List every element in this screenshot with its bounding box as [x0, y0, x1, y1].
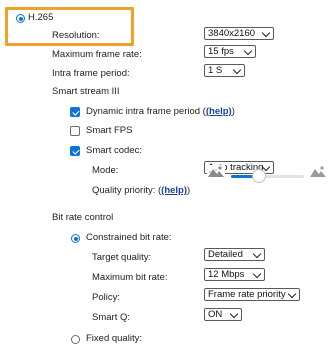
max-bit-rate-label: Maximum bit rate:: [92, 272, 168, 283]
max-bit-rate-value: 12 Mbps: [208, 269, 245, 280]
target-quality-value: Detailed: [208, 249, 243, 260]
chevron-down-icon: [243, 46, 253, 56]
chevron-down-icon: [229, 309, 239, 319]
chevron-down-icon: [252, 269, 262, 279]
constrained-bit-rate-label: Constrained bit rate:: [86, 232, 172, 243]
dynamic-intra-text-end: ): [231, 106, 235, 117]
high-quality-landscape-icon: [310, 166, 326, 177]
chevron-down-icon: [252, 249, 262, 259]
constrained-bit-rate-radio[interactable]: [71, 234, 80, 243]
policy-label: Policy:: [92, 292, 120, 303]
quality-priority-text-end: ): [187, 185, 191, 196]
quality-priority-text: Quality priority: (: [92, 185, 162, 196]
intra-frame-period-select[interactable]: 1 S: [204, 64, 245, 77]
smart-fps-checkbox[interactable]: [70, 126, 80, 136]
max-frame-rate-label: Maximum frame rate:: [52, 49, 142, 60]
fixed-quality-label: Fixed quality:: [86, 333, 142, 344]
h265-radio[interactable]: [16, 14, 25, 23]
resolution-value: 3840x2160: [208, 28, 256, 39]
target-quality-select[interactable]: Detailed: [204, 248, 265, 261]
smart-fps-label: Smart FPS: [86, 125, 133, 136]
policy-select[interactable]: Frame rate priority: [204, 288, 300, 301]
intra-frame-period-value: 1 S: [208, 65, 223, 76]
mode-label: Mode:: [92, 165, 119, 176]
smart-q-select[interactable]: ON: [204, 308, 242, 321]
quality-priority-help-link[interactable]: (help): [161, 185, 187, 196]
max-frame-rate-value: 15 fps: [208, 46, 234, 57]
smart-codec-checkbox[interactable]: [70, 146, 80, 156]
max-frame-rate-select[interactable]: 15 fps: [204, 45, 256, 58]
bit-rate-title: Bit rate control: [52, 212, 114, 223]
resolution-select[interactable]: 3840x2160: [204, 27, 274, 40]
chevron-down-icon: [287, 289, 297, 299]
policy-value: Frame rate priority: [208, 289, 286, 300]
dynamic-intra-help-link[interactable]: (help): [206, 106, 232, 117]
chevron-down-icon: [261, 28, 271, 38]
low-quality-landscape-icon: [207, 165, 225, 179]
dynamic-intra-checkbox[interactable]: [70, 107, 80, 117]
smart-q-value: ON: [208, 309, 223, 320]
resolution-label: Resolution:: [52, 30, 100, 41]
h265-label: H.265: [28, 12, 54, 23]
dynamic-intra-label: Dynamic intra frame period ((help)): [86, 106, 235, 118]
smart-stream-title: Smart stream III: [52, 86, 120, 97]
fixed-quality-radio[interactable]: [71, 335, 80, 344]
quality-priority-label: Quality priority: ((help)): [92, 185, 190, 197]
max-bit-rate-select[interactable]: 12 Mbps: [204, 268, 265, 281]
intra-frame-period-label: Intra frame period:: [52, 68, 130, 79]
target-quality-label: Target quality:: [92, 252, 152, 263]
smart-q-label: Smart Q:: [92, 312, 131, 323]
smart-codec-label: Smart codec:: [86, 145, 142, 156]
chevron-down-icon: [232, 65, 242, 75]
dynamic-intra-text: Dynamic intra frame period (: [86, 106, 206, 117]
quality-slider-thumb[interactable]: [251, 169, 266, 183]
